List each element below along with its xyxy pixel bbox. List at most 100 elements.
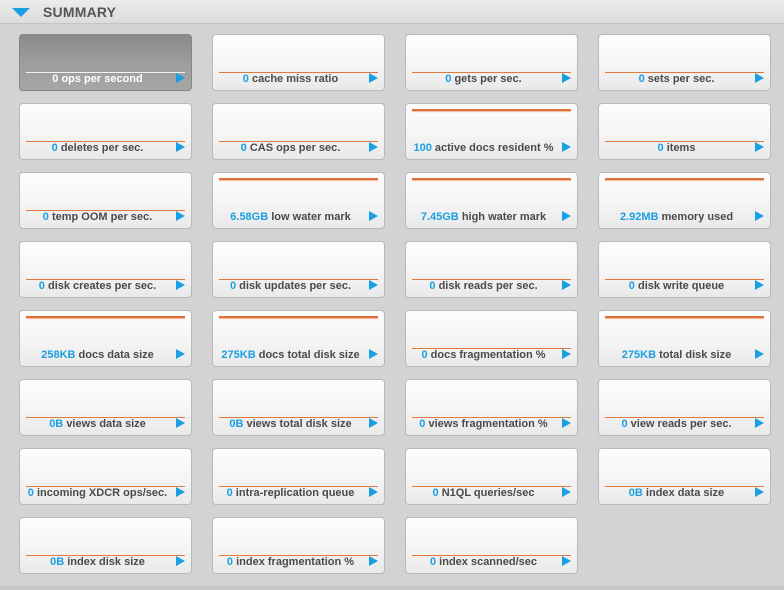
- stat-tile[interactable]: 0 deletes per sec.: [19, 103, 192, 160]
- stat-value: 0: [432, 487, 439, 499]
- stat-tile[interactable]: 0 ops per second: [19, 34, 192, 91]
- stat-tile[interactable]: 0 views fragmentation %: [405, 379, 578, 436]
- stat-tile[interactable]: 6.58GB low water mark: [212, 172, 385, 229]
- expand-arrow-icon[interactable]: [369, 211, 378, 221]
- expand-arrow-icon[interactable]: [755, 73, 764, 83]
- stat-tile[interactable]: 0 incoming XDCR ops/sec.: [19, 448, 192, 505]
- expand-arrow-icon[interactable]: [369, 142, 378, 152]
- stat-tile[interactable]: 0 index fragmentation %: [212, 517, 385, 574]
- stat-name: active docs resident %: [434, 142, 554, 154]
- expand-arrow-icon[interactable]: [176, 211, 185, 221]
- expand-arrow-icon[interactable]: [755, 418, 764, 428]
- stat-label: 275KB docs total disk size: [213, 349, 368, 361]
- sparkline: [605, 178, 764, 180]
- stat-tile[interactable]: 0 disk write queue: [598, 241, 771, 298]
- stat-tile[interactable]: 0 N1QL queries/sec: [405, 448, 578, 505]
- stat-value: 0B: [50, 556, 65, 568]
- expand-arrow-icon[interactable]: [176, 556, 185, 566]
- expand-arrow-icon[interactable]: [755, 349, 764, 359]
- stat-value: 0: [52, 73, 59, 85]
- expand-arrow-icon[interactable]: [562, 556, 571, 566]
- expand-arrow-icon[interactable]: [369, 349, 378, 359]
- expand-arrow-icon[interactable]: [755, 280, 764, 290]
- expand-arrow-icon[interactable]: [755, 211, 764, 221]
- expand-arrow-icon[interactable]: [369, 418, 378, 428]
- stat-tile[interactable]: 0 cache miss ratio: [212, 34, 385, 91]
- expand-arrow-icon[interactable]: [176, 487, 185, 497]
- expand-arrow-icon[interactable]: [176, 73, 185, 83]
- stat-tile[interactable]: 0 temp OOM per sec.: [19, 172, 192, 229]
- stat-value: 0: [429, 280, 436, 292]
- stat-value: 6.58GB: [230, 211, 269, 223]
- stat-name: index fragmentation %: [236, 556, 355, 568]
- stat-label: 6.58GB low water mark: [213, 211, 368, 223]
- expand-arrow-icon[interactable]: [562, 487, 571, 497]
- stat-label: 2.92MB memory used: [599, 211, 754, 223]
- stat-tile[interactable]: 0B index disk size: [19, 517, 192, 574]
- expand-arrow-icon[interactable]: [755, 142, 764, 152]
- sparkline: [412, 109, 571, 111]
- expand-arrow-icon[interactable]: [562, 211, 571, 221]
- stat-tile[interactable]: 0B views total disk size: [212, 379, 385, 436]
- stat-tile[interactable]: 0 disk updates per sec.: [212, 241, 385, 298]
- stat-value: 0: [240, 142, 247, 154]
- stat-value: 0: [657, 142, 664, 154]
- sparkline: [219, 178, 378, 180]
- stat-tile[interactable]: 2.92MB memory used: [598, 172, 771, 229]
- stat-tile[interactable]: 0B index data size: [598, 448, 771, 505]
- stat-name: views total disk size: [246, 418, 352, 430]
- stat-value: 0: [229, 280, 237, 292]
- stat-label: 0 disk reads per sec.: [406, 280, 561, 292]
- stat-tile[interactable]: 275KB total disk size: [598, 310, 771, 367]
- stat-name: docs data size: [78, 349, 154, 361]
- expand-arrow-icon[interactable]: [562, 73, 571, 83]
- stat-tile[interactable]: 0 index scanned/sec: [405, 517, 578, 574]
- stat-value: 0: [445, 73, 452, 85]
- stat-tile[interactable]: 0B views data size: [19, 379, 192, 436]
- stat-label: 275KB total disk size: [599, 349, 754, 361]
- expand-arrow-icon[interactable]: [369, 487, 378, 497]
- stat-tile[interactable]: 0 sets per sec.: [598, 34, 771, 91]
- stat-tile[interactable]: 0 intra-replication queue: [212, 448, 385, 505]
- stat-label: 0 cache miss ratio: [213, 73, 368, 85]
- expand-arrow-icon[interactable]: [176, 418, 185, 428]
- expand-arrow-icon[interactable]: [562, 418, 571, 428]
- expand-arrow-icon[interactable]: [369, 280, 378, 290]
- stat-label: 258KB docs data size: [20, 349, 175, 361]
- stat-tile[interactable]: 0 docs fragmentation %: [405, 310, 578, 367]
- stat-tile[interactable]: 0 items: [598, 103, 771, 160]
- expand-arrow-icon[interactable]: [755, 487, 764, 497]
- stat-tile[interactable]: 0 disk creates per sec.: [19, 241, 192, 298]
- stat-name: index scanned/sec: [439, 556, 537, 568]
- stat-name: intra-replication queue: [235, 487, 355, 499]
- expand-arrow-icon[interactable]: [176, 349, 185, 359]
- stat-tile[interactable]: 100 active docs resident %: [405, 103, 578, 160]
- stat-name: index data size: [645, 487, 725, 499]
- stat-tile[interactable]: 258KB docs data size: [19, 310, 192, 367]
- stat-tile[interactable]: 275KB docs total disk size: [212, 310, 385, 367]
- expand-arrow-icon[interactable]: [369, 73, 378, 83]
- stat-label: 0B views total disk size: [213, 418, 368, 430]
- stat-name: views data size: [66, 418, 146, 430]
- stat-label: 0 index scanned/sec: [406, 556, 561, 568]
- expand-arrow-icon[interactable]: [176, 280, 185, 290]
- stat-tile[interactable]: 7.45GB high water mark: [405, 172, 578, 229]
- stat-tile[interactable]: 0 CAS ops per sec.: [212, 103, 385, 160]
- stat-tile[interactable]: 0 view reads per sec.: [598, 379, 771, 436]
- stat-value: 0: [226, 487, 233, 499]
- stat-tile[interactable]: 0 disk reads per sec.: [405, 241, 578, 298]
- stat-label: 0B index disk size: [20, 556, 175, 568]
- expand-arrow-icon[interactable]: [176, 142, 185, 152]
- stat-label: 7.45GB high water mark: [406, 211, 561, 223]
- stat-label: 0 ops per second: [20, 73, 175, 85]
- expand-arrow-icon[interactable]: [562, 142, 571, 152]
- stat-value: 0: [42, 211, 49, 223]
- stat-tile[interactable]: 0 gets per sec.: [405, 34, 578, 91]
- stat-name: deletes per sec.: [60, 142, 144, 154]
- expand-arrow-icon[interactable]: [369, 556, 378, 566]
- stat-name: index disk size: [67, 556, 145, 568]
- expand-arrow-icon[interactable]: [562, 280, 571, 290]
- stat-name: disk write queue: [637, 280, 725, 292]
- expand-arrow-icon[interactable]: [562, 349, 571, 359]
- stat-label: 0 disk write queue: [599, 280, 754, 292]
